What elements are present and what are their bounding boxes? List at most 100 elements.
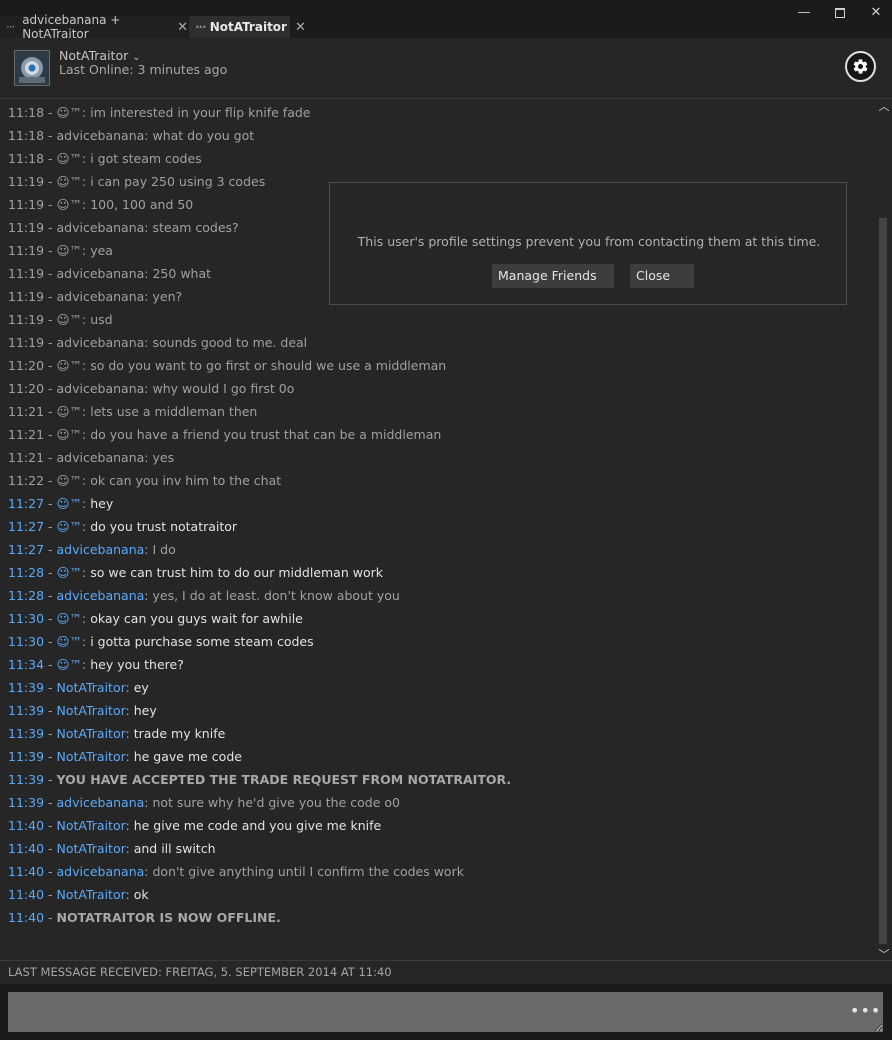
message-sender[interactable]: advicebanana xyxy=(57,289,145,304)
chat-message: 11:39 - NotATraitor: trade my knife xyxy=(8,726,226,741)
message-sender[interactable]: NotATraitor xyxy=(57,818,126,833)
title-bar: ··· advicebanana + NotATraitor ✕ ··· Not… xyxy=(0,0,892,41)
message-sender[interactable]: NotATraitor xyxy=(57,703,126,718)
message-time: 11:27 xyxy=(8,542,45,557)
friend-status: Last Online: 3 minutes ago xyxy=(59,62,228,77)
message-sender[interactable]: ☺™ xyxy=(57,312,83,327)
chat-message: 11:21 - advicebanana: yes xyxy=(8,450,175,465)
message-text: usd xyxy=(90,312,113,327)
chat-message: 11:19 - advicebanana: sounds good to me.… xyxy=(8,335,308,350)
message-sender[interactable]: ☺™ xyxy=(57,243,83,258)
close-dialog-button[interactable]: Close xyxy=(630,264,694,288)
close-window-button[interactable]: ✕ xyxy=(866,4,886,22)
message-sender[interactable]: ☺™ xyxy=(57,496,83,511)
message-sender[interactable]: NotATraitor xyxy=(57,680,126,695)
message-text: 100, 100 and 50 xyxy=(90,197,194,212)
message-sender[interactable]: advicebanana xyxy=(57,381,145,396)
message-time: 11:39 xyxy=(8,772,45,787)
message-sender[interactable]: ☺™ xyxy=(57,358,83,373)
tab-group-chat[interactable]: ··· advicebanana + NotATraitor ✕ xyxy=(0,13,188,41)
tab-label: advicebanana + NotATraitor xyxy=(22,13,121,41)
message-sender[interactable]: ☺™ xyxy=(57,174,83,189)
message-time: 11:19 xyxy=(8,312,45,327)
avatar[interactable] xyxy=(14,50,50,86)
message-sender[interactable]: ☺™ xyxy=(57,634,83,649)
message-input[interactable] xyxy=(8,992,883,1032)
maximize-icon xyxy=(835,7,845,18)
message-sender[interactable]: NotATraitor xyxy=(57,749,126,764)
scroll-down-icon[interactable]: ﹀ xyxy=(877,946,891,961)
message-sender[interactable]: advicebanana xyxy=(57,220,145,235)
chat-message: 11:40 - NotATraitor: he give me code and… xyxy=(8,818,382,833)
scroll-up-icon[interactable]: ︿ xyxy=(877,98,891,113)
message-time: 11:20 xyxy=(8,381,45,396)
scrollbar-thumb[interactable] xyxy=(879,218,887,944)
message-text: okay can you guys wait for awhile xyxy=(90,611,303,626)
message-text: ok xyxy=(133,887,149,902)
message-text: not sure why he'd give you the code o0 xyxy=(152,795,400,810)
manage-friends-button[interactable]: Manage Friends xyxy=(492,264,614,288)
message-time: 11:40 xyxy=(8,910,45,925)
message-time: 11:20 xyxy=(8,358,45,373)
message-sender[interactable]: advicebanana xyxy=(57,588,145,603)
message-sender[interactable]: ☺™ xyxy=(57,657,83,672)
message-text: lets use a middleman then xyxy=(90,404,258,419)
message-sender[interactable]: advicebanana xyxy=(57,266,145,281)
message-sender[interactable]: ☺™ xyxy=(57,197,83,212)
message-sender[interactable]: advicebanana xyxy=(57,795,145,810)
tab-notatraitor[interactable]: ··· NotATraitor ✕ xyxy=(189,16,306,38)
chat-message: 11:30 - ☺™: okay can you guys wait for a… xyxy=(8,611,303,626)
message-sender[interactable]: NotATraitor xyxy=(57,726,126,741)
message-sender[interactable]: ☺™ xyxy=(57,611,83,626)
message-text: so we can trust him to do our middleman … xyxy=(90,565,383,580)
more-options-button[interactable]: ••• xyxy=(850,1003,880,1019)
ellipsis-icon[interactable]: ··· xyxy=(195,20,207,34)
message-sender[interactable]: ☺™ xyxy=(57,151,83,166)
message-sender[interactable]: ☺™ xyxy=(57,404,83,419)
message-sender[interactable]: ☺™ xyxy=(57,105,83,120)
chat-message: 11:40 - NotATraitor: ok xyxy=(8,887,149,902)
message-sender[interactable]: advicebanana xyxy=(57,542,145,557)
message-text: what do you got xyxy=(152,128,255,143)
message-time: 11:18 xyxy=(8,128,45,143)
close-tab-icon[interactable]: ✕ xyxy=(177,20,188,35)
message-text: NOTATRAITOR IS NOW OFFLINE. xyxy=(56,910,281,925)
message-sender[interactable]: advicebanana xyxy=(57,335,145,350)
last-message-text: LAST MESSAGE RECEIVED: FREITAG, 5. SEPTE… xyxy=(8,965,392,979)
message-time: 11:34 xyxy=(8,657,45,672)
close-tab-icon[interactable]: ✕ xyxy=(295,20,306,35)
chat-message: 11:22 - ☺™: ok can you inv him to the ch… xyxy=(8,473,282,488)
chat-message: 11:27 - ☺™: do you trust notatraitor xyxy=(8,519,238,534)
message-sender[interactable]: advicebanana xyxy=(57,450,145,465)
chat-message: 11:19 - ☺™: i can pay 250 using 3 codes xyxy=(8,174,266,189)
chat-message: 11:34 - ☺™: hey you there? xyxy=(8,657,184,672)
message-sender[interactable]: ☺™ xyxy=(57,427,83,442)
message-time: 11:19 xyxy=(8,289,45,304)
message-text: i got steam codes xyxy=(90,151,202,166)
message-time: 11:39 xyxy=(8,703,45,718)
message-sender[interactable]: NotATraitor xyxy=(57,841,126,856)
message-sender[interactable]: advicebanana xyxy=(57,864,145,879)
message-text: hey xyxy=(90,496,114,511)
message-time: 11:27 xyxy=(8,519,45,534)
message-text: I do xyxy=(152,542,176,557)
message-sender[interactable]: NotATraitor xyxy=(57,887,126,902)
chat-message: 11:28 - advicebanana: yes, I do at least… xyxy=(8,588,400,603)
chat-message: 11:18 - ☺™: im interested in your flip k… xyxy=(8,105,311,120)
message-time: 11:18 xyxy=(8,105,45,120)
message-text: yes xyxy=(152,450,175,465)
message-sender[interactable]: ☺™ xyxy=(57,473,83,488)
maximize-button[interactable] xyxy=(830,4,850,22)
message-sender[interactable]: advicebanana xyxy=(57,128,145,143)
message-text: steam codes? xyxy=(152,220,239,235)
message-sender[interactable]: ☺™ xyxy=(57,519,83,534)
message-text: trade my knife xyxy=(133,726,226,741)
message-text: he give me code and you give me knife xyxy=(133,818,382,833)
settings-button[interactable] xyxy=(845,51,876,82)
ellipsis-icon[interactable]: ··· xyxy=(6,20,18,34)
friend-name[interactable]: NotATraitor ⌄ xyxy=(59,48,141,63)
minimize-button[interactable]: — xyxy=(794,4,814,22)
chat-message: 11:40 - advicebanana: don't give anythin… xyxy=(8,864,464,879)
message-sender[interactable]: ☺™ xyxy=(57,565,83,580)
message-text: yes, I do at least. don't know about you xyxy=(152,588,400,603)
